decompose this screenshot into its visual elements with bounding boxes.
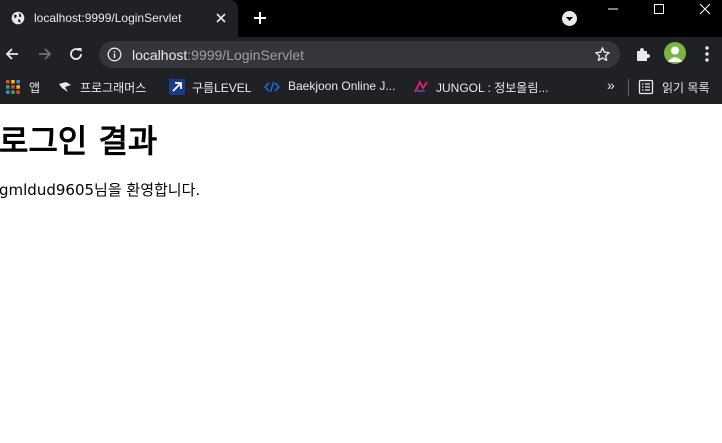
extensions-puzzle-icon[interactable]: [634, 45, 652, 63]
tab-search-icon[interactable]: [561, 10, 578, 27]
window-close-icon: [699, 3, 711, 15]
maximize-button[interactable]: [636, 0, 682, 18]
url-host: localhost: [132, 47, 188, 63]
tab-title: localhost:9999/LoginServlet: [34, 11, 182, 25]
tab-strip: localhost:9999/LoginServlet: [0, 0, 722, 37]
baekjoon-icon: [264, 81, 280, 93]
reload-button[interactable]: [64, 42, 88, 66]
reload-icon: [70, 48, 82, 60]
kebab-menu-icon[interactable]: [700, 45, 714, 63]
welcome-message: gmldud9605님을 환영합니다.: [0, 181, 201, 199]
programmers-icon: [59, 82, 71, 92]
url-text[interactable]: localhost:9999/LoginServlet: [132, 47, 304, 63]
bookmarks-separator: [628, 79, 629, 96]
bookmark-apps[interactable]: 앱: [5, 78, 45, 96]
back-arrow-icon: [5, 48, 18, 60]
back-button[interactable]: [0, 42, 24, 66]
url-path: :9999/LoginServlet: [187, 47, 305, 63]
profile-avatar[interactable]: [664, 42, 686, 64]
bookmarks-overflow-button[interactable]: »: [607, 77, 621, 96]
jungol-icon: [414, 79, 428, 93]
person-icon: [667, 46, 683, 62]
new-tab-icon[interactable]: [250, 8, 270, 28]
minimize-button[interactable]: [590, 0, 636, 18]
bookmark-label: JUNGOL : 정보올림...: [436, 81, 549, 95]
tab-active[interactable]: localhost:9999/LoginServlet: [0, 0, 238, 37]
window-close-button[interactable]: [682, 0, 722, 18]
address-bar[interactable]: localhost:9999/LoginServlet: [99, 41, 620, 68]
bookmark-baekjoon[interactable]: Baekjoon Online J...: [264, 78, 400, 96]
close-icon[interactable]: [212, 9, 230, 27]
forward-button[interactable]: [33, 42, 57, 66]
page-content: 로그인 결과 gmldud9605님을 환영합니다.: [0, 104, 722, 443]
chevron-double-right-icon: »: [607, 77, 615, 93]
bookmark-goorm-level[interactable]: 구름LEVEL: [169, 78, 251, 96]
bookmark-label: 프로그래머스: [80, 81, 147, 95]
page-title: 로그인 결과: [0, 122, 158, 160]
maximize-icon: [654, 4, 664, 14]
bookmark-programmers[interactable]: 프로그래머스: [57, 78, 157, 96]
goorm-level-icon: [169, 79, 185, 95]
bookmark-label: 앱: [29, 81, 41, 95]
bookmarks-bar: 앱 프로그래머스 구름LEVEL Baekjoon Online J... JU…: [0, 71, 722, 104]
star-icon[interactable]: [594, 46, 611, 63]
minimize-icon: [608, 8, 618, 10]
bookmark-jungol[interactable]: JUNGOL : 정보올림...: [413, 78, 553, 96]
forward-arrow-icon: [39, 48, 52, 60]
info-icon[interactable]: [107, 47, 122, 62]
reading-list-label: 읽기 목록: [662, 81, 710, 95]
bookmark-label: Baekjoon Online J...: [288, 79, 396, 93]
browser-toolbar: localhost:9999/LoginServlet: [0, 37, 722, 71]
apps-grid-icon: [6, 80, 20, 94]
reading-list-icon: [638, 79, 654, 95]
bookmark-label: 구름LEVEL: [192, 81, 252, 95]
reading-list-button[interactable]: 읽기 목록: [638, 78, 722, 96]
globe-icon: [11, 11, 25, 25]
